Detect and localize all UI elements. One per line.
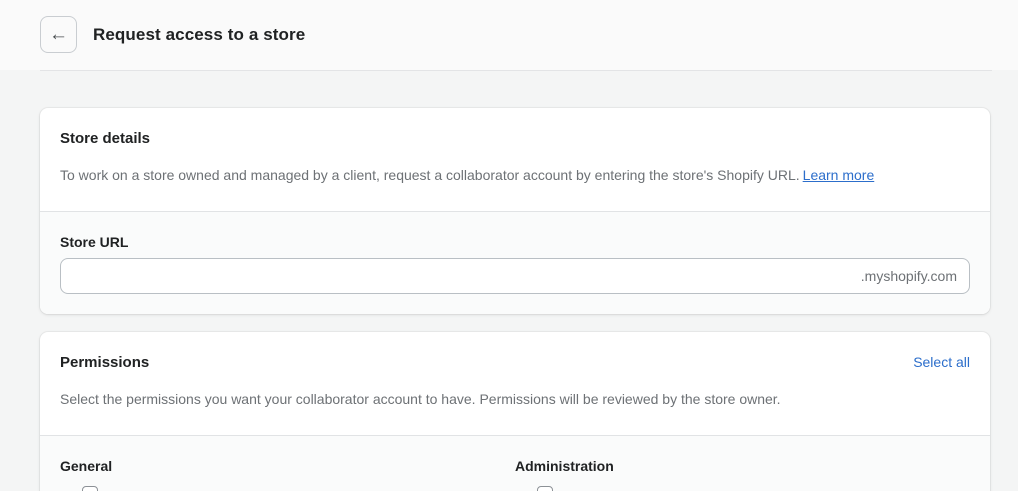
back-button[interactable]: ← — [40, 15, 77, 53]
permissions-grid: General Administration — [60, 456, 970, 491]
administration-heading: Administration — [515, 458, 614, 474]
arrow-left-icon: ← — [49, 23, 68, 45]
store-url-suffix: .myshopify.com — [860, 268, 957, 284]
learn-more-link[interactable]: Learn more — [803, 167, 875, 183]
administration-permission-checkbox[interactable] — [537, 486, 553, 491]
store-url-label: Store URL — [60, 234, 129, 250]
store-details-card: Store details To work on a store owned a… — [40, 108, 990, 314]
general-choice-list — [60, 486, 515, 491]
permissions-list-section: General Administration — [40, 435, 990, 491]
page-header: ← Request access to a store — [0, 0, 1018, 70]
permissions-description: Select the permissions you want your col… — [60, 391, 781, 407]
permissions-heading: Permissions — [60, 354, 150, 371]
permissions-card: Permissions Select all Select the permis… — [40, 332, 990, 491]
permissions-column-general: General — [60, 456, 515, 491]
list-item — [82, 486, 515, 491]
select-all-link[interactable]: Select all — [913, 354, 970, 370]
store-details-description-text: To work on a store owned and managed by … — [60, 167, 800, 183]
general-permission-checkbox[interactable] — [82, 486, 98, 491]
administration-choice-list — [515, 486, 970, 491]
permissions-header-row: Permissions Select all — [60, 354, 970, 371]
page-content: Store details To work on a store owned a… — [0, 71, 1018, 491]
general-heading: General — [60, 458, 113, 474]
store-details-heading: Store details — [60, 130, 151, 147]
store-url-input[interactable] — [73, 268, 861, 284]
store-url-section: Store URL .myshopify.com — [40, 211, 990, 314]
page-title: Request access to a store — [93, 25, 306, 44]
store-details-section: Store details To work on a store owned a… — [40, 108, 990, 211]
store-url-input-wrap: .myshopify.com — [60, 258, 970, 294]
permissions-header-section: Permissions Select all Select the permis… — [40, 332, 990, 435]
list-item — [537, 486, 970, 491]
permissions-column-administration: Administration — [515, 456, 970, 491]
store-details-description: To work on a store owned and managed by … — [60, 165, 970, 185]
